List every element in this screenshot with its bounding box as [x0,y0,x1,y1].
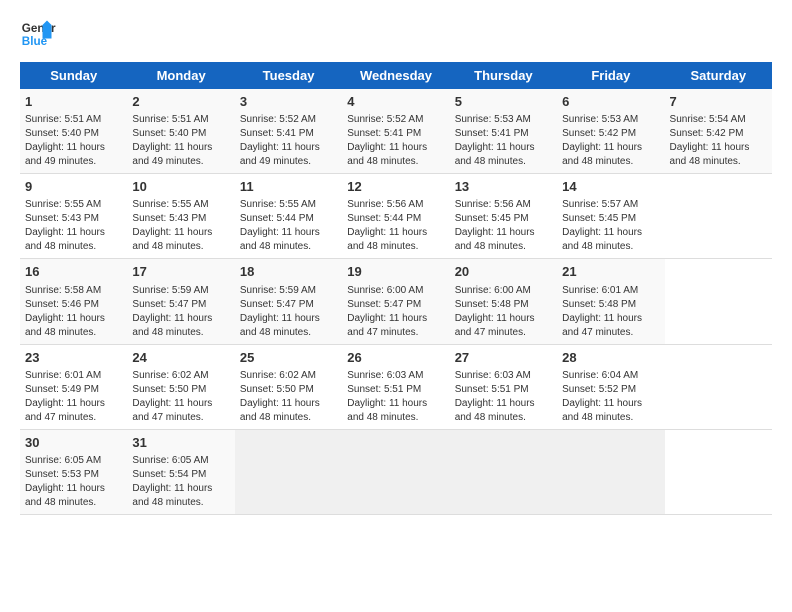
weekday-header: Saturday [665,62,772,89]
day-number: 23 [25,349,122,367]
calendar-cell [557,429,664,514]
calendar-cell: 17Sunrise: 5:59 AMSunset: 5:47 PMDayligh… [127,259,234,344]
calendar-cell: 20Sunrise: 6:00 AMSunset: 5:48 PMDayligh… [450,259,557,344]
calendar-header: SundayMondayTuesdayWednesdayThursdayFrid… [20,62,772,89]
calendar-week-row: 9Sunrise: 5:55 AMSunset: 5:43 PMDaylight… [20,174,772,259]
day-number: 1 [25,93,122,111]
day-number: 7 [670,93,767,111]
calendar-cell: 10Sunrise: 5:55 AMSunset: 5:43 PMDayligh… [127,174,234,259]
day-number: 3 [240,93,337,111]
calendar-cell: 31Sunrise: 6:05 AMSunset: 5:54 PMDayligh… [127,429,234,514]
calendar-week-row: 1Sunrise: 5:51 AMSunset: 5:40 PMDaylight… [20,89,772,174]
calendar-cell: 1Sunrise: 5:51 AMSunset: 5:40 PMDaylight… [20,89,127,174]
day-number: 13 [455,178,552,196]
calendar-cell: 11Sunrise: 5:55 AMSunset: 5:44 PMDayligh… [235,174,342,259]
day-number: 19 [347,263,444,281]
day-number: 5 [455,93,552,111]
calendar-cell: 27Sunrise: 6:03 AMSunset: 5:51 PMDayligh… [450,344,557,429]
weekday-header: Thursday [450,62,557,89]
calendar-cell: 5Sunrise: 5:53 AMSunset: 5:41 PMDaylight… [450,89,557,174]
day-number: 24 [132,349,229,367]
day-number: 28 [562,349,659,367]
calendar-cell: 13Sunrise: 5:56 AMSunset: 5:45 PMDayligh… [450,174,557,259]
day-number: 20 [455,263,552,281]
calendar-cell: 9Sunrise: 5:55 AMSunset: 5:43 PMDaylight… [20,174,127,259]
page-header: General Blue [20,16,772,52]
day-number: 12 [347,178,444,196]
calendar-cell: 21Sunrise: 6:01 AMSunset: 5:48 PMDayligh… [557,259,664,344]
calendar-cell: 6Sunrise: 5:53 AMSunset: 5:42 PMDaylight… [557,89,664,174]
day-number: 16 [25,263,122,281]
calendar-cell: 12Sunrise: 5:56 AMSunset: 5:44 PMDayligh… [342,174,449,259]
day-number: 18 [240,263,337,281]
calendar-cell: 7Sunrise: 5:54 AMSunset: 5:42 PMDaylight… [665,89,772,174]
day-number: 11 [240,178,337,196]
calendar-cell: 14Sunrise: 5:57 AMSunset: 5:45 PMDayligh… [557,174,664,259]
calendar-cell: 23Sunrise: 6:01 AMSunset: 5:49 PMDayligh… [20,344,127,429]
calendar-cell: 30Sunrise: 6:05 AMSunset: 5:53 PMDayligh… [20,429,127,514]
calendar-cell [342,429,449,514]
weekday-header: Friday [557,62,664,89]
day-number: 4 [347,93,444,111]
calendar-cell: 25Sunrise: 6:02 AMSunset: 5:50 PMDayligh… [235,344,342,429]
day-number: 9 [25,178,122,196]
day-number: 17 [132,263,229,281]
calendar-cell [450,429,557,514]
calendar-week-row: 16Sunrise: 5:58 AMSunset: 5:46 PMDayligh… [20,259,772,344]
day-number: 26 [347,349,444,367]
day-number: 14 [562,178,659,196]
weekday-header: Sunday [20,62,127,89]
weekday-header: Monday [127,62,234,89]
calendar-cell: 26Sunrise: 6:03 AMSunset: 5:51 PMDayligh… [342,344,449,429]
weekday-header: Tuesday [235,62,342,89]
calendar-cell: 24Sunrise: 6:02 AMSunset: 5:50 PMDayligh… [127,344,234,429]
day-number: 30 [25,434,122,452]
day-number: 27 [455,349,552,367]
logo-icon: General Blue [20,16,56,52]
calendar-cell: 2Sunrise: 5:51 AMSunset: 5:40 PMDaylight… [127,89,234,174]
calendar-week-row: 30Sunrise: 6:05 AMSunset: 5:53 PMDayligh… [20,429,772,514]
day-number: 25 [240,349,337,367]
calendar-cell: 4Sunrise: 5:52 AMSunset: 5:41 PMDaylight… [342,89,449,174]
day-number: 10 [132,178,229,196]
calendar-cell: 16Sunrise: 5:58 AMSunset: 5:46 PMDayligh… [20,259,127,344]
day-number: 2 [132,93,229,111]
day-number: 21 [562,263,659,281]
calendar-cell: 3Sunrise: 5:52 AMSunset: 5:41 PMDaylight… [235,89,342,174]
logo: General Blue [20,16,56,52]
day-number: 6 [562,93,659,111]
calendar-cell [235,429,342,514]
calendar-cell: 28Sunrise: 6:04 AMSunset: 5:52 PMDayligh… [557,344,664,429]
day-number: 31 [132,434,229,452]
calendar-cell: 19Sunrise: 6:00 AMSunset: 5:47 PMDayligh… [342,259,449,344]
calendar-table: SundayMondayTuesdayWednesdayThursdayFrid… [20,62,772,515]
calendar-week-row: 23Sunrise: 6:01 AMSunset: 5:49 PMDayligh… [20,344,772,429]
weekday-header: Wednesday [342,62,449,89]
calendar-cell: 18Sunrise: 5:59 AMSunset: 5:47 PMDayligh… [235,259,342,344]
